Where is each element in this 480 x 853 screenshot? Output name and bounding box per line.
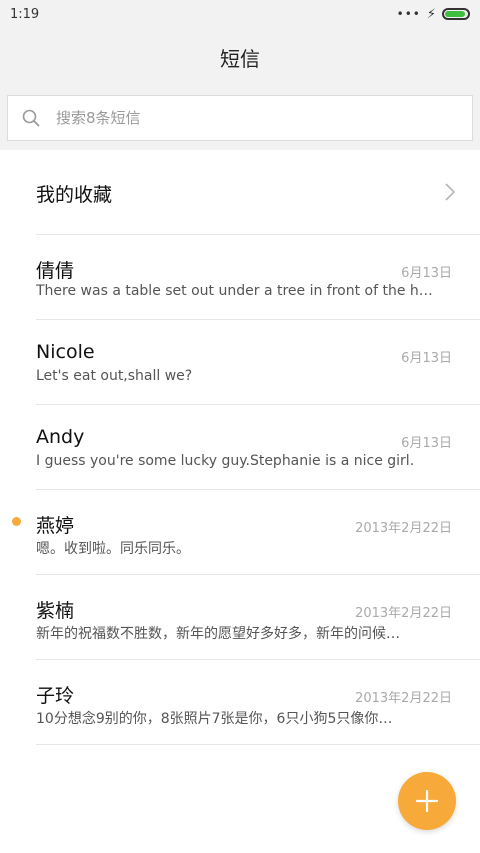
search-icon bbox=[22, 109, 40, 127]
favorites-row[interactable]: 我的收藏 bbox=[36, 150, 480, 235]
contact-name: 紫楠 bbox=[36, 600, 75, 622]
battery-level bbox=[445, 11, 465, 17]
status-bar: 1:19 ••• ⚡ bbox=[0, 0, 480, 28]
status-time: 1:19 bbox=[10, 6, 40, 22]
contact-name: 子玲 bbox=[36, 685, 75, 707]
page-title: 短信 bbox=[220, 46, 260, 71]
message-date: 2013年2月22日 bbox=[355, 691, 452, 706]
message-item[interactable]: 倩倩 6月13日 There was a table set out under… bbox=[36, 235, 480, 320]
message-item[interactable]: 燕婷 2013年2月22日 嗯。收到啦。同乐同乐。 bbox=[12, 490, 480, 575]
favorites-label: 我的收藏 bbox=[36, 184, 113, 206]
new-message-button[interactable] bbox=[398, 772, 456, 830]
message-item[interactable]: 子玲 2013年2月22日 10分想念9别的你，8张照片7张是你，6只小狗5只像… bbox=[36, 660, 480, 745]
message-preview: There was a table set out under a tree i… bbox=[36, 283, 436, 299]
message-item[interactable]: Andy 6月13日 I guess you're some lucky guy… bbox=[36, 405, 480, 490]
message-date: 6月13日 bbox=[401, 351, 452, 366]
more-dots-icon: ••• bbox=[396, 7, 421, 21]
message-date: 6月13日 bbox=[401, 436, 452, 451]
message-preview: I guess you're some lucky guy.Stephanie … bbox=[36, 453, 415, 469]
message-list: 我的收藏 倩倩 6月13日 There was a table set out … bbox=[0, 150, 480, 745]
plus-icon bbox=[416, 790, 438, 812]
status-icons: ••• ⚡ bbox=[397, 7, 470, 22]
search-area bbox=[0, 86, 480, 150]
search-box[interactable] bbox=[7, 95, 473, 141]
message-date: 2013年2月22日 bbox=[355, 521, 452, 536]
title-bar: 短信 bbox=[0, 28, 480, 86]
message-date: 6月13日 bbox=[401, 266, 452, 281]
search-input[interactable] bbox=[54, 108, 458, 128]
message-preview: 嗯。收到啦。同乐同乐。 bbox=[36, 541, 190, 557]
chevron-right-icon bbox=[445, 183, 456, 201]
unread-dot bbox=[12, 517, 21, 526]
charging-icon: ⚡ bbox=[426, 6, 436, 22]
message-item[interactable]: 紫楠 2013年2月22日 新年的祝福数不胜数，新年的愿望好多好多，新年的问候… bbox=[36, 575, 480, 660]
message-preview: Let's eat out,shall we? bbox=[36, 368, 193, 384]
message-date: 2013年2月22日 bbox=[355, 606, 452, 621]
contact-name: 燕婷 bbox=[36, 515, 75, 537]
contact-name: 倩倩 bbox=[36, 260, 75, 282]
message-preview: 新年的祝福数不胜数，新年的愿望好多好多，新年的问候… bbox=[36, 626, 400, 642]
battery-icon bbox=[442, 8, 470, 20]
message-item[interactable]: Nicole 6月13日 Let's eat out,shall we? bbox=[36, 320, 480, 405]
message-preview: 10分想念9别的你，8张照片7张是你，6只小狗5只像你… bbox=[36, 711, 393, 727]
contact-name: Nicole bbox=[36, 341, 95, 363]
contact-name: Andy bbox=[36, 426, 85, 448]
